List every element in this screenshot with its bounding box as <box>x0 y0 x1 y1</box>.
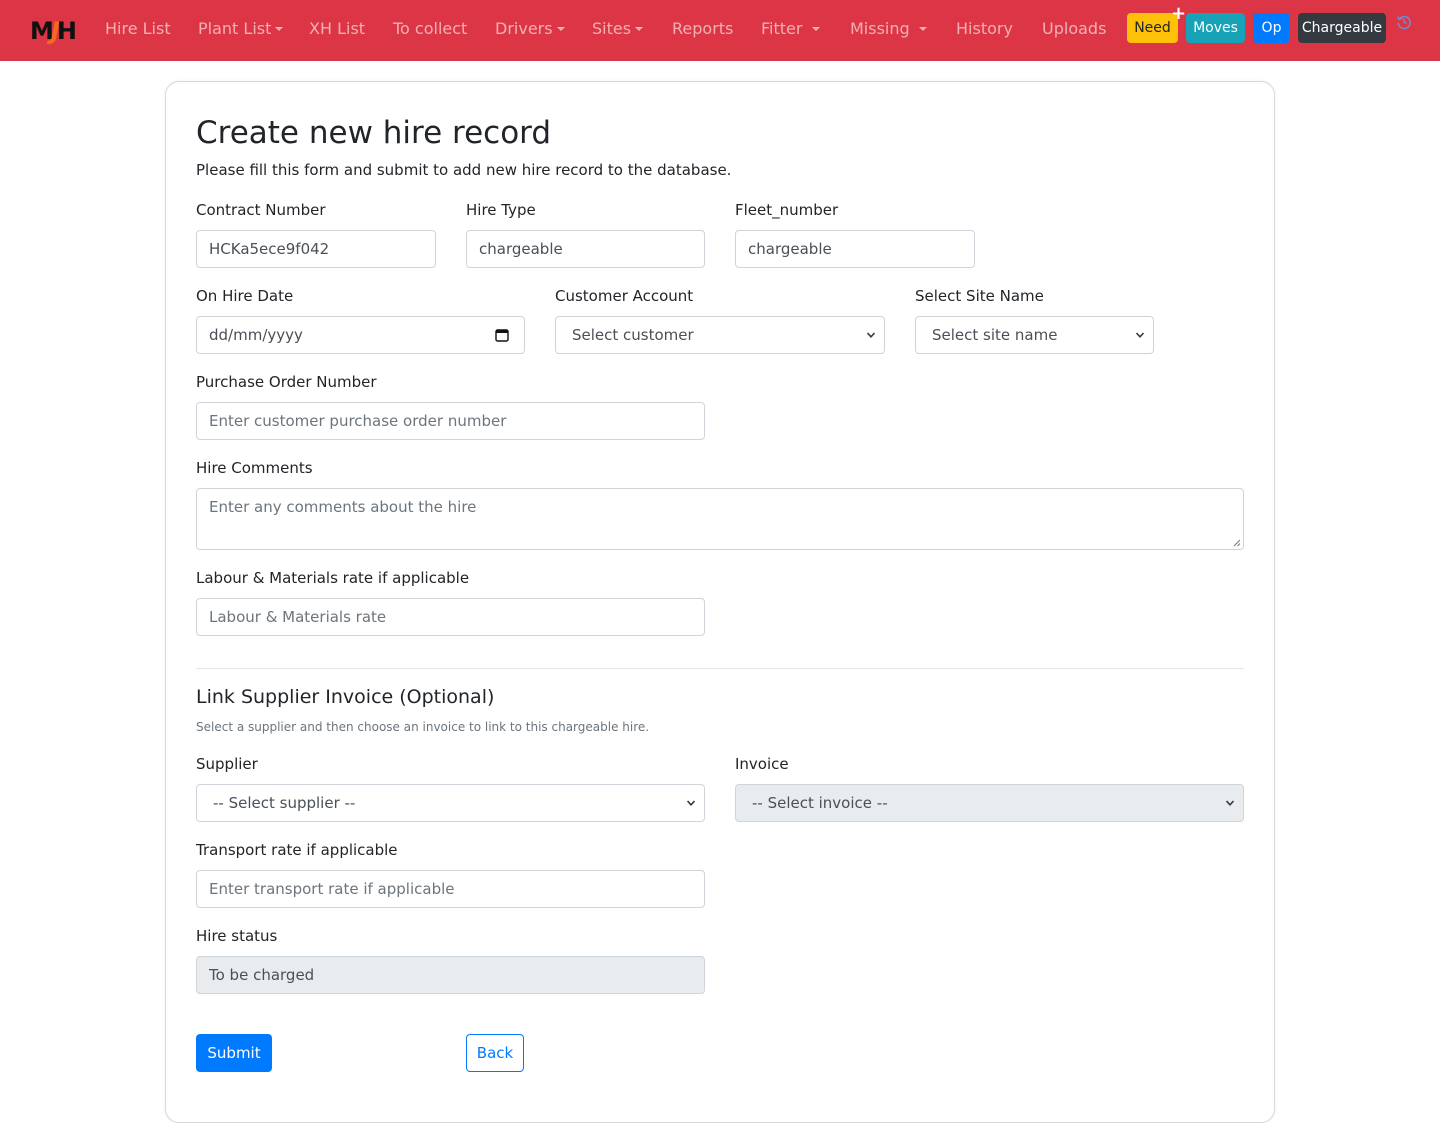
hire-comments-textarea[interactable]: Enter any comments about the hire <box>196 488 1244 550</box>
hire-status-value: To be charged <box>209 966 315 984</box>
invoice-label: Invoice <box>735 755 789 773</box>
caret-down-icon <box>556 27 565 31</box>
nav-reports[interactable]: Reports <box>672 19 733 38</box>
hire-comments-label: Hire Comments <box>196 459 313 477</box>
caret-down-icon <box>811 27 820 31</box>
site-name-selected: Select site name <box>932 326 1058 344</box>
purchase-order-input[interactable]: Enter customer purchase order number <box>196 402 705 440</box>
caret-down-icon <box>635 27 644 31</box>
site-name-label: Select Site Name <box>915 287 1044 305</box>
nav-plant-list-label: Plant List <box>198 19 272 38</box>
on-hire-date-input[interactable]: dd/mm/yyyy <box>196 316 525 354</box>
supplier-section-help: Select a supplier and then choose an inv… <box>196 720 650 734</box>
chevron-down-icon <box>1136 332 1144 338</box>
fleet-number-input[interactable]: chargeable <box>735 230 975 268</box>
supplier-section-title: Link Supplier Invoice (Optional) <box>196 686 495 708</box>
nav-plant-list[interactable]: Plant List <box>198 19 284 38</box>
nav-hire-list-label: Hire List <box>105 19 171 38</box>
chevron-down-icon <box>687 800 695 806</box>
nav-to-collect-label: To collect <box>393 19 468 38</box>
nav-uploads-label: Uploads <box>1042 19 1107 38</box>
logo-letter-h: H <box>56 17 77 45</box>
nav-history[interactable]: History <box>956 19 1013 38</box>
nav-reports-label: Reports <box>672 19 734 38</box>
calendar-icon[interactable] <box>495 328 509 342</box>
hire-type-label: Hire Type <box>466 201 536 219</box>
top-navbar: MJH Hire List Plant List XH List To coll… <box>0 0 1440 61</box>
section-divider <box>196 668 1244 669</box>
labour-rate-placeholder: Labour & Materials rate <box>209 608 387 626</box>
chevron-down-icon <box>867 332 875 338</box>
caret-down-icon <box>275 27 284 31</box>
hire-status-input: To be charged <box>196 956 705 994</box>
nav-to-collect[interactable]: To collect <box>393 19 467 38</box>
customer-account-label: Customer Account <box>555 287 694 305</box>
nav-sites[interactable]: Sites <box>592 19 644 38</box>
nav-hire-list[interactable]: Hire List <box>105 19 171 38</box>
fleet-number-label: Fleet_number <box>735 201 839 219</box>
back-button[interactable]: Back <box>466 1034 524 1072</box>
nav-history-label: History <box>956 19 1013 38</box>
moves-button[interactable]: Moves <box>1186 13 1245 43</box>
hire-type-input[interactable]: chargeable <box>466 230 705 268</box>
nav-xh-list-label: XH List <box>309 19 366 38</box>
on-hire-date-placeholder: dd/mm/yyyy <box>209 326 303 344</box>
resize-handle-icon[interactable] <box>1232 538 1241 547</box>
purchase-order-placeholder: Enter customer purchase order number <box>209 412 507 430</box>
nav-drivers-label: Drivers <box>495 19 553 38</box>
customer-account-selected: Select customer <box>572 326 694 344</box>
chargeable-button[interactable]: Chargeable <box>1298 13 1386 43</box>
supplier-label: Supplier <box>196 755 258 773</box>
plus-icon[interactable]: + <box>1171 5 1186 23</box>
purchase-order-label: Purchase Order Number <box>196 373 377 391</box>
nav-fitter-label: Fitter <box>761 19 803 38</box>
op-button[interactable]: Op <box>1253 13 1290 43</box>
nav-drivers[interactable]: Drivers <box>495 19 565 38</box>
supplier-select[interactable]: -- Select supplier -- <box>196 784 705 822</box>
nav-missing-label: Missing <box>850 19 910 38</box>
nav-sites-label: Sites <box>592 19 632 38</box>
contract-number-label: Contract Number <box>196 201 326 219</box>
supplier-selected: -- Select supplier -- <box>213 794 356 812</box>
chevron-down-icon <box>1226 800 1234 806</box>
labour-rate-label: Labour & Materials rate if applicable <box>196 569 470 587</box>
nav-xh-list[interactable]: XH List <box>309 19 365 38</box>
hire-status-label: Hire status <box>196 927 278 945</box>
on-hire-date-label: On Hire Date <box>196 287 294 305</box>
transport-rate-label: Transport rate if applicable <box>196 841 398 859</box>
customer-account-select[interactable]: Select customer <box>555 316 885 354</box>
nav-fitter[interactable]: Fitter <box>761 19 820 38</box>
submit-button[interactable]: Submit <box>196 1034 272 1072</box>
history-icon[interactable] <box>1396 14 1412 30</box>
page-description: Please fill this form and submit to add … <box>196 161 732 179</box>
hire-comments-placeholder: Enter any comments about the hire <box>209 498 477 516</box>
caret-down-icon <box>918 27 927 31</box>
contract-number-value: HCKa5ece9f042 <box>209 240 330 258</box>
nav-uploads[interactable]: Uploads <box>1042 19 1106 38</box>
hire-type-value: chargeable <box>479 240 563 258</box>
site-name-select[interactable]: Select site name <box>915 316 1154 354</box>
logo-letter-m: M <box>30 17 54 45</box>
labour-rate-input[interactable]: Labour & Materials rate <box>196 598 705 636</box>
brand-logo[interactable]: MJH <box>30 14 84 48</box>
invoice-select[interactable]: -- Select invoice -- <box>735 784 1244 822</box>
invoice-selected: -- Select invoice -- <box>752 794 888 812</box>
transport-rate-placeholder: Enter transport rate if applicable <box>209 880 455 898</box>
transport-rate-input[interactable]: Enter transport rate if applicable <box>196 870 705 908</box>
fleet-number-value: chargeable <box>748 240 832 258</box>
page-title: Create new hire record <box>196 115 552 151</box>
contract-number-input[interactable]: HCKa5ece9f042 <box>196 230 436 268</box>
nav-missing[interactable]: Missing <box>850 19 927 38</box>
